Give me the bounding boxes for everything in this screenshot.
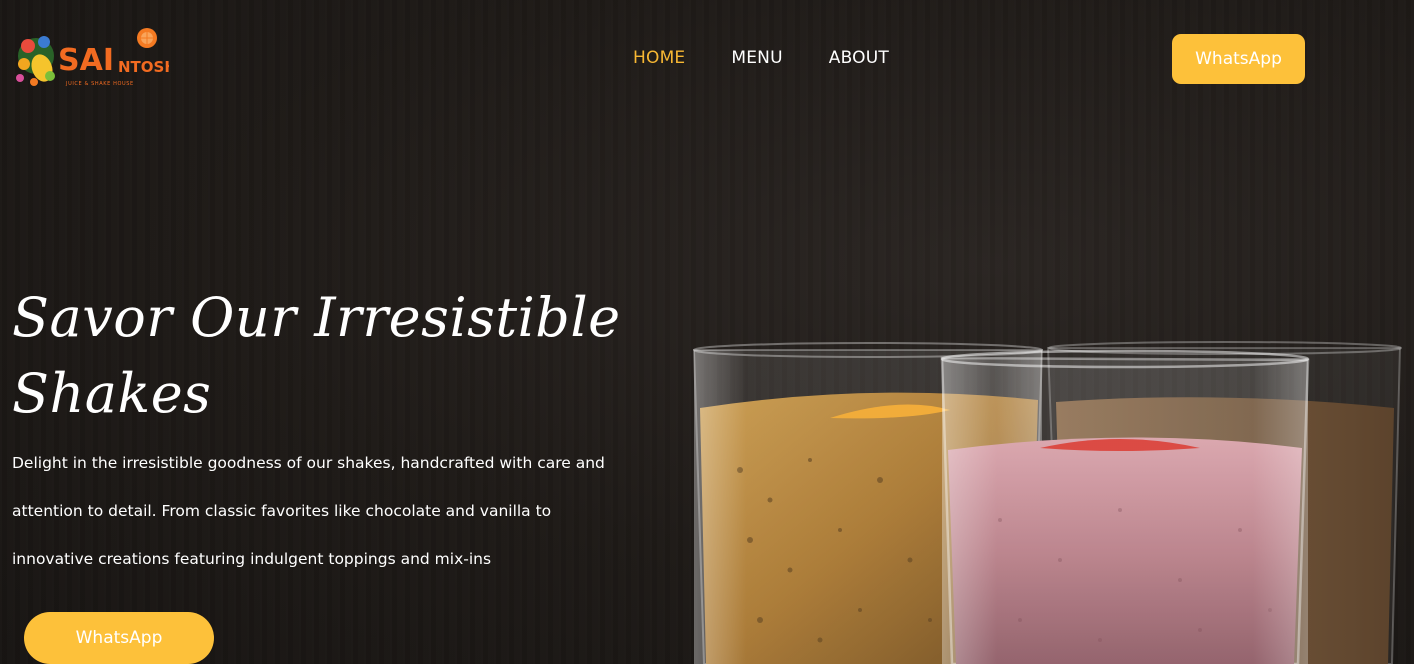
shakes-image: [692, 341, 1402, 664]
hero-title-line-1: Savor Our Irresistible: [12, 286, 621, 349]
hero-whatsapp-button[interactable]: WhatsApp: [24, 612, 214, 664]
nav-about-link[interactable]: ABOUT: [829, 48, 889, 68]
logo-tagline: JUICE & SHAKE HOUSE: [65, 81, 134, 87]
brand-logo[interactable]: SAI NTOSH JUICE & SHAKE HOUSE: [14, 22, 169, 94]
hero-description: Delight in the irresistible goodness of …: [12, 454, 605, 568]
logo-sub-text: NTOSH: [118, 58, 169, 76]
hero-title: Savor Our Irresistible Shakes: [12, 280, 632, 432]
nav-home-link[interactable]: HOME: [633, 48, 685, 68]
hero-section: SAI NTOSH JUICE & SHAKE HOUSE HOME MENU …: [0, 0, 1414, 664]
hero-title-line-2: Shakes: [12, 362, 212, 425]
logo-main-text: SAI: [58, 43, 114, 78]
main-nav: HOME MENU ABOUT: [633, 48, 889, 68]
header-whatsapp-button[interactable]: WhatsApp: [1172, 34, 1305, 84]
strawberry-shake-glass: [940, 349, 1310, 664]
nav-menu-link[interactable]: MENU: [731, 48, 782, 68]
